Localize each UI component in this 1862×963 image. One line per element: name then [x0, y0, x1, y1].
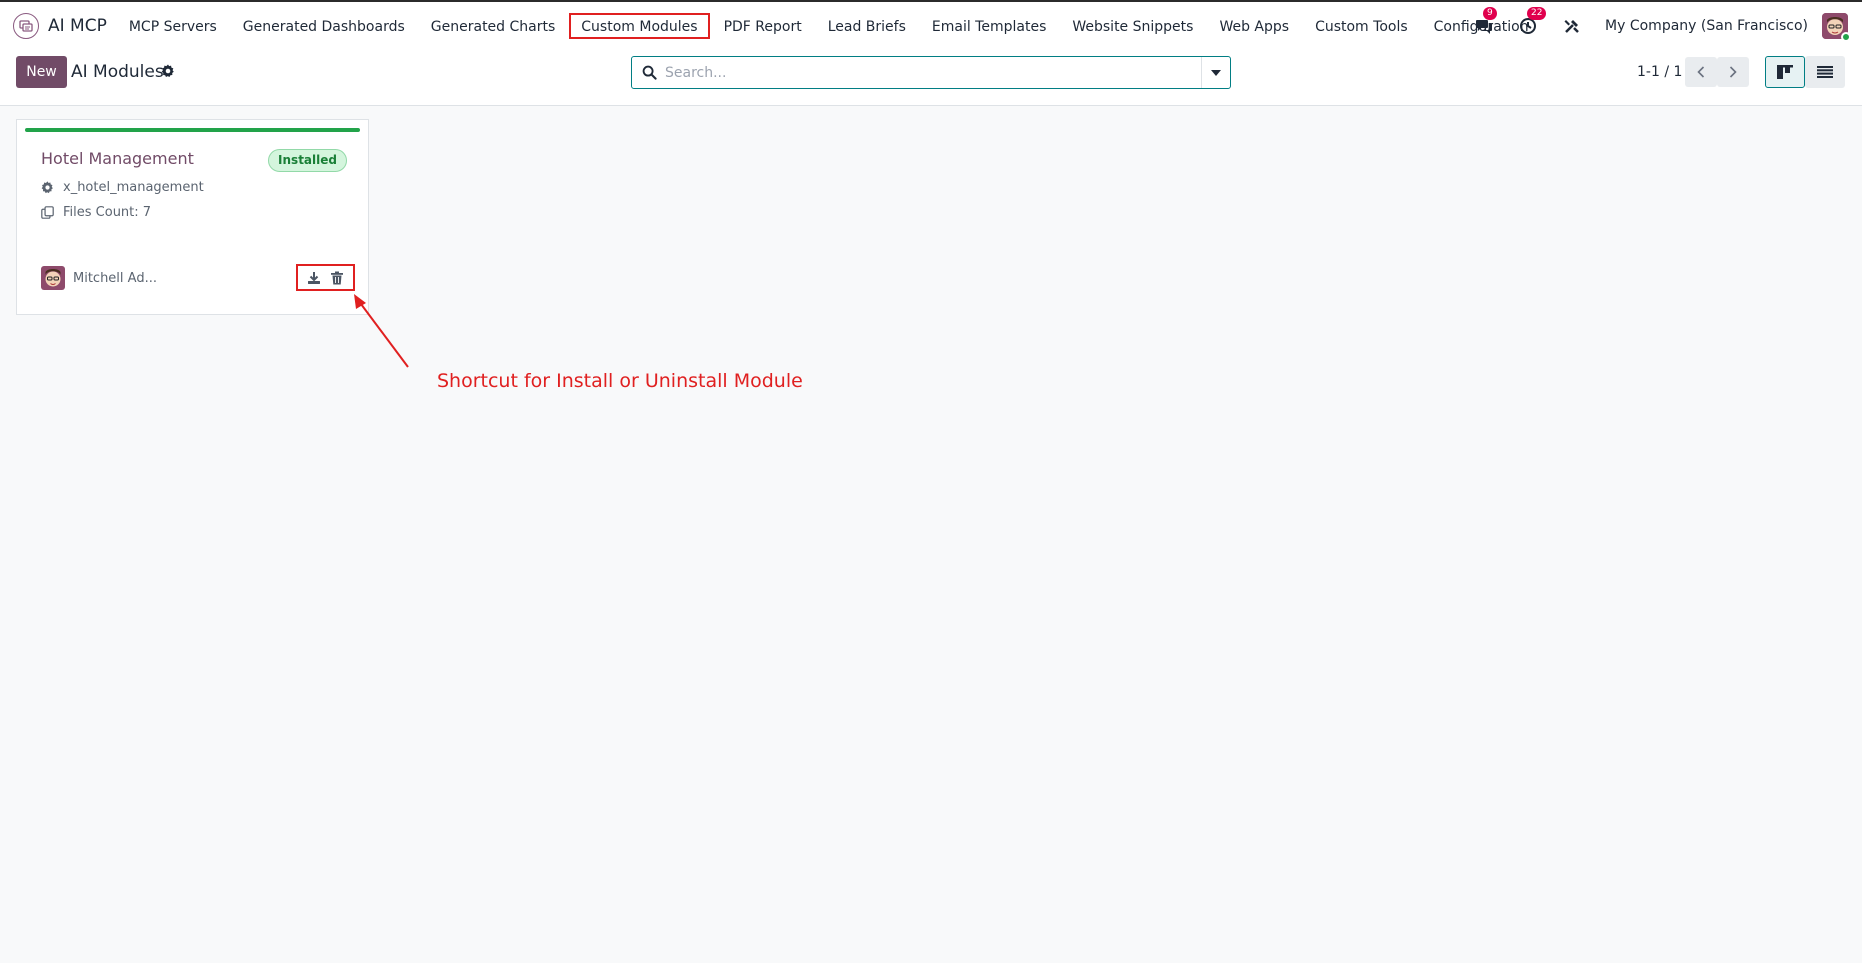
menu-item-lead-briefs[interactable]: Lead Briefs: [816, 13, 918, 39]
pager-previous-button[interactable]: [1685, 57, 1717, 87]
menu-item-website-snippets[interactable]: Website Snippets: [1060, 13, 1205, 39]
install-button[interactable]: [307, 271, 321, 285]
menu-item-custom-modules[interactable]: Custom Modules: [569, 13, 710, 39]
ai-mcp-app-icon: [13, 13, 39, 39]
debug-tools-button[interactable]: [1561, 15, 1583, 37]
menu-item-email-templates[interactable]: Email Templates: [920, 13, 1058, 39]
search-bar: [631, 56, 1231, 89]
menu-item-generated-charts[interactable]: Generated Charts: [419, 13, 568, 39]
new-button[interactable]: New: [16, 56, 67, 88]
company-switcher[interactable]: My Company (San Francisco): [1605, 18, 1808, 34]
activities-button[interactable]: 22: [1517, 7, 1547, 37]
user-avatar[interactable]: [1822, 13, 1851, 42]
caret-down-icon: [1211, 69, 1221, 76]
kanban-view-button[interactable]: [1765, 56, 1805, 88]
page-title: AI Modules: [71, 62, 164, 82]
owner-avatar: [41, 266, 65, 290]
messages-button[interactable]: 9: [1473, 7, 1497, 37]
module-title: Hotel Management: [41, 149, 194, 168]
gear-icon[interactable]: [161, 64, 175, 78]
chevron-right-icon: [1729, 66, 1737, 78]
online-status-dot: [1841, 32, 1851, 42]
menu-item-generated-dashboards[interactable]: Generated Dashboards: [231, 13, 417, 39]
annotation-arrow: [354, 294, 409, 368]
search-icon: [642, 65, 657, 80]
install-uninstall-actions: [296, 264, 355, 291]
pager-value[interactable]: 1-1 / 1: [1637, 64, 1682, 80]
list-icon: [1817, 66, 1833, 78]
technical-name-row: x_hotel_management: [41, 180, 204, 195]
gear-icon: [41, 181, 53, 194]
main-menu: MCP Servers Generated Dashboards Generat…: [117, 2, 1543, 50]
files-count: Files Count: 7: [63, 205, 152, 220]
kanban-icon: [1777, 65, 1793, 79]
menu-item-mcp-servers[interactable]: MCP Servers: [117, 13, 229, 39]
status-badge: Installed: [268, 149, 347, 172]
top-navbar: AI MCP MCP Servers Generated Dashboards …: [0, 0, 1862, 50]
files-count-row: Files Count: 7: [41, 205, 151, 220]
annotation-text: Shortcut for Install or Uninstall Module: [437, 370, 803, 392]
messages-count-badge: 9: [1483, 7, 1497, 20]
control-panel: New AI Modules 1-1 / 1: [0, 50, 1862, 106]
search-input[interactable]: [665, 57, 1201, 88]
app-name: AI MCP: [48, 16, 107, 36]
menu-item-web-apps[interactable]: Web Apps: [1207, 13, 1301, 39]
menu-item-pdf-report[interactable]: PDF Report: [712, 13, 814, 39]
search-options-toggle[interactable]: [1201, 57, 1230, 88]
owner-avatar-image: [41, 266, 65, 290]
list-view-button[interactable]: [1805, 56, 1845, 88]
owner: Mitchell Ad...: [41, 266, 157, 290]
card-status-bar: [25, 128, 360, 132]
trash-icon: [331, 271, 343, 284]
owner-name: Mitchell Ad...: [73, 270, 157, 286]
activities-count-badge: 22: [1527, 7, 1547, 20]
systray: 9 22 My Company (San Francisco): [1473, 2, 1851, 50]
pager-next-button[interactable]: [1717, 57, 1749, 87]
module-card[interactable]: Hotel Management Installed x_hotel_manag…: [16, 119, 369, 315]
copy-icon: [41, 206, 54, 219]
chevron-left-icon: [1697, 66, 1705, 78]
menu-item-custom-tools[interactable]: Custom Tools: [1303, 13, 1420, 39]
uninstall-button[interactable]: [330, 271, 344, 285]
download-icon: [308, 271, 320, 284]
app-brand[interactable]: AI MCP: [13, 2, 107, 50]
technical-name: x_hotel_management: [63, 180, 204, 195]
tools-icon: [1564, 20, 1579, 33]
